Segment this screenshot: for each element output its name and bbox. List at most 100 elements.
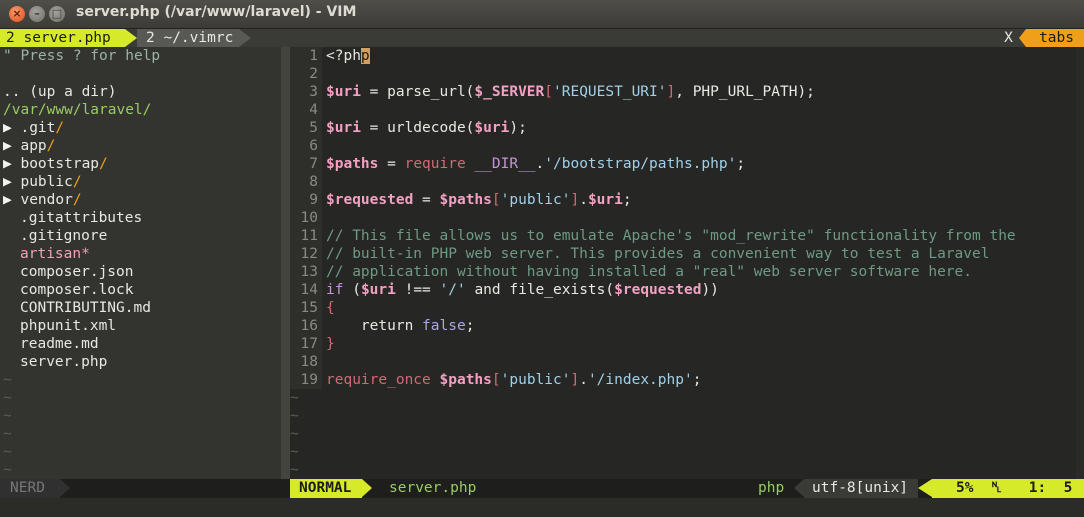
dir-name: public (20, 174, 73, 190)
code-variable: $paths (439, 372, 492, 388)
code-string: 'public' (500, 372, 571, 388)
code-bracket: ] (570, 372, 580, 388)
tree-file[interactable]: readme.md (20, 335, 99, 353)
empty-line-tilde: ~ (3, 444, 12, 460)
tree-file[interactable]: CONTRIBUTING.md (20, 299, 151, 317)
code-variable: $requested (614, 282, 702, 298)
code-variable: $paths (439, 192, 492, 208)
empty-line-tilde: ~ (290, 444, 299, 460)
nerdtree-help: " Press ? for help (3, 48, 161, 64)
tree-file-executable[interactable]: artisan* (20, 245, 90, 263)
empty-line-tilde: ~ (3, 390, 12, 406)
code-magic-constant: __DIR__ (465, 156, 536, 172)
line-number: 13 (300, 264, 318, 280)
code-keyword: require_once (326, 372, 431, 388)
code-text: ); (797, 84, 815, 100)
code-line: $uri = parse_url($_SERVER['REQUEST_URI']… (326, 83, 815, 101)
expand-arrow-icon: ▶ (3, 156, 12, 172)
code-line: $uri = urldecode($uri); (326, 119, 527, 137)
code-comment: // built-in PHP web server. This provide… (326, 246, 990, 262)
line-number: 3 (309, 84, 318, 100)
code-line: if ($uri !== '/' and file_exists($reques… (326, 281, 719, 299)
tab-separator (125, 29, 137, 47)
code-variable: $uri (326, 84, 361, 100)
tab-vimrc[interactable]: 2 ~/.vimrc (137, 29, 239, 47)
code-variable: $uri (587, 192, 623, 208)
dir-slash: / (55, 120, 65, 136)
code-text: = (413, 192, 440, 208)
code-text: ; (736, 156, 746, 172)
line-number: 16 (300, 318, 318, 334)
vertical-split[interactable] (281, 47, 290, 479)
line-number: 17 (300, 336, 318, 352)
line-number: 19 (300, 372, 318, 388)
code-keyword: require (404, 156, 466, 172)
empty-line-tilde: ~ (290, 426, 299, 442)
line-number: 2 (309, 66, 318, 82)
expand-arrow-icon: ▶ (3, 120, 12, 136)
tree-file[interactable]: phpunit.xml (20, 317, 116, 335)
tree-dir-app[interactable]: ▶ app/ (3, 137, 55, 155)
empty-line-tilde: ~ (3, 408, 12, 424)
php-open-tag: <?ph (326, 48, 361, 64)
code-comment: // This file allows us to emulate Apache… (326, 228, 1016, 244)
up-dir-item[interactable]: .. (up a dir) (3, 83, 117, 101)
dir-name: app (20, 138, 47, 154)
code-line: <?php (326, 47, 370, 65)
tabs-indicator: tabs (1026, 29, 1084, 47)
code-text: . (579, 192, 588, 208)
tree-file[interactable]: composer.json (20, 263, 134, 281)
line-number: 8 (309, 174, 318, 190)
tree-file[interactable]: server.php (20, 353, 107, 371)
maximize-window-button[interactable]: □ (49, 6, 65, 22)
code-line: require_once $paths['public'].'/index.ph… (326, 371, 701, 389)
code-bracket: [ (544, 84, 553, 100)
tab-separator (239, 29, 251, 47)
line-number: 14 (300, 282, 318, 298)
code-string: 'public' (500, 192, 571, 208)
code-text: . (535, 156, 545, 172)
editor-pane[interactable]: 1 2 3 4 5 6 7 8 9 10 11 12 13 14 15 16 1… (290, 47, 1084, 479)
code-text: and file_exists( (465, 282, 615, 298)
close-window-button[interactable]: × (9, 6, 25, 22)
empty-line-tilde: ~ (3, 372, 12, 388)
code-variable: $uri (474, 120, 510, 136)
tab-server-php[interactable]: 2 server.php (0, 29, 125, 47)
tree-dir-git[interactable]: ▶ .git/ (3, 119, 64, 137)
tree-file[interactable]: .gitattributes (20, 209, 142, 227)
tree-file[interactable]: composer.lock (20, 281, 134, 299)
tree-dir-vendor[interactable]: ▶ vendor/ (3, 191, 82, 209)
code-keyword: return (326, 318, 423, 334)
minimize-window-button[interactable]: – (29, 6, 45, 22)
dir-slash: / (72, 174, 82, 190)
command-line[interactable] (0, 498, 1084, 517)
current-directory[interactable]: /var/www/laravel/ (3, 101, 151, 119)
line-number: 12 (300, 246, 318, 262)
code-line: $requested = $paths['public'].$uri; (326, 191, 632, 209)
scrollbar[interactable] (1076, 47, 1084, 479)
code-line: return false; (326, 317, 475, 335)
status-separator (794, 479, 804, 497)
title-bar: × – □ server.php (/var/www/laravel) - VI… (0, 0, 1084, 29)
code-text: . (579, 372, 588, 388)
empty-line-tilde: ~ (290, 462, 299, 478)
status-filetype: php (758, 480, 785, 496)
tree-file[interactable]: .gitignore (20, 227, 107, 245)
code-comment: // application without having installed … (326, 264, 973, 280)
empty-line-tilde: ~ (290, 408, 299, 424)
status-position: 5% ␤ 1: 5 (932, 479, 1084, 498)
dir-slash: / (46, 138, 56, 154)
code-variable: $paths (326, 156, 379, 172)
nerdtree-status: NERD (0, 479, 60, 498)
close-tab-button[interactable]: X (998, 29, 1019, 47)
dir-slash: / (99, 156, 108, 172)
tree-dir-bootstrap[interactable]: ▶ bootstrap/ (3, 155, 108, 173)
mode-indicator: NORMAL (290, 479, 362, 498)
code-text: )) (701, 282, 719, 298)
statusline: NERD NORMAL server.php php utf-8[unix] 5… (0, 479, 1084, 498)
code-string: 'REQUEST_URI' (553, 84, 667, 100)
line-number: 15 (300, 300, 318, 316)
tree-dir-public[interactable]: ▶ public/ (3, 173, 82, 191)
nerdtree-pane[interactable]: " Press ? for help .. (up a dir) /var/ww… (0, 47, 281, 479)
code-variable: $requested (326, 192, 414, 208)
